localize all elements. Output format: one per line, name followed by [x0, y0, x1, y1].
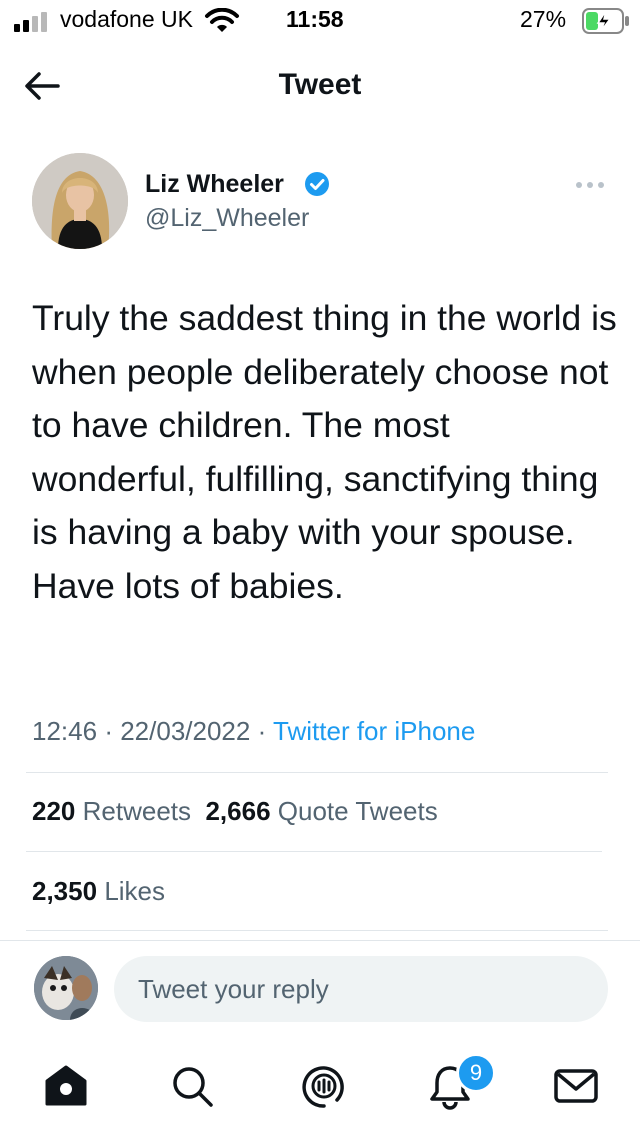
search-icon[interactable]	[168, 1062, 216, 1110]
verified-badge-icon	[305, 172, 329, 196]
signal-icon	[14, 12, 47, 32]
more-options-icon[interactable]	[574, 178, 606, 192]
carrier-name: vodafone UK	[60, 6, 193, 32]
retweets-label: Retweets	[82, 796, 192, 826]
author-avatar[interactable]	[32, 153, 128, 249]
quote-tweets-label: Quote Tweets	[277, 796, 438, 826]
quote-tweets-stat[interactable]: 2,666 Quote Tweets	[205, 796, 437, 826]
engagement-stats: 220 Retweets 2,666 Quote Tweets	[32, 796, 438, 827]
likes-stat[interactable]: 2,350 Likes	[32, 876, 165, 907]
author-photo	[32, 153, 128, 249]
wifi-icon	[205, 8, 239, 32]
home-icon[interactable]	[42, 1062, 90, 1110]
divider	[26, 851, 602, 852]
meta-separator: ·	[257, 716, 267, 746]
spaces-icon[interactable]	[300, 1062, 348, 1110]
page-title: Tweet	[278, 68, 362, 101]
meta-separator: ·	[104, 716, 113, 746]
author-name[interactable]: Liz Wheeler	[145, 170, 284, 199]
likes-label: Likes	[104, 876, 166, 906]
tweet-date: 22/03/2022	[120, 716, 251, 746]
retweets-stat[interactable]: 220 Retweets	[32, 796, 191, 826]
likes-count: 2,350	[32, 876, 98, 906]
battery-charging-icon	[582, 8, 629, 34]
notifications-badge: 9	[456, 1053, 496, 1093]
reply-input[interactable]: Tweet your reply	[114, 956, 608, 1022]
messages-icon[interactable]	[552, 1062, 600, 1110]
divider	[0, 940, 640, 941]
battery-percentage: 27%	[520, 6, 567, 32]
divider	[26, 772, 608, 773]
user-photo	[34, 956, 98, 1020]
divider	[26, 930, 608, 931]
reply-placeholder: Tweet your reply	[138, 974, 329, 1004]
retweets-count: 220	[32, 796, 76, 826]
status-bar: vodafone UK 11:58 27%	[0, 0, 640, 42]
status-time: 11:58	[286, 6, 344, 32]
tweet-time: 12:46	[32, 716, 98, 746]
tweet-text: Truly the saddest thing in the world is …	[32, 298, 617, 606]
tweet-metadata: 12:46 · 22/03/2022 · Twitter for iPhone	[32, 716, 475, 747]
user-avatar[interactable]	[34, 956, 98, 1020]
author-handle[interactable]: @Liz_Wheeler	[145, 204, 309, 233]
quote-tweets-count: 2,666	[205, 796, 271, 826]
back-arrow-icon[interactable]	[22, 66, 62, 106]
tweet-source-link[interactable]: Twitter for iPhone	[273, 716, 475, 746]
